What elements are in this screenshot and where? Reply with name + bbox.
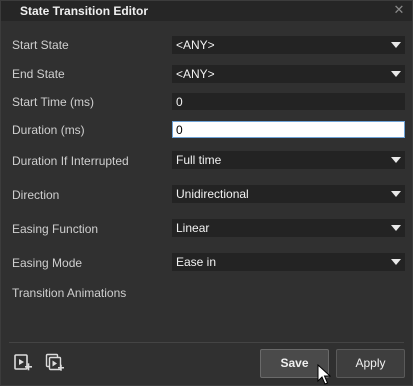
start-time-label: Start Time (ms) bbox=[12, 95, 95, 109]
direction-dropdown[interactable]: Unidirectional bbox=[172, 185, 405, 203]
start-time-value: 0 bbox=[176, 95, 183, 109]
end-state-value: <ANY> bbox=[176, 67, 215, 81]
easing-mode-value: Ease in bbox=[176, 255, 217, 269]
mouse-cursor-icon bbox=[317, 364, 331, 385]
apply-button[interactable]: Apply bbox=[336, 349, 405, 378]
easing-function-label: Easing Function bbox=[12, 222, 99, 236]
direction-value: Unidirectional bbox=[176, 187, 249, 201]
duration-input[interactable]: 0 bbox=[172, 121, 405, 138]
transition-animations-heading: Transition Animations bbox=[12, 286, 127, 300]
easing-function-value: Linear bbox=[176, 221, 210, 235]
duplicate-animation-icon[interactable] bbox=[45, 353, 65, 373]
chevron-down-icon bbox=[391, 42, 401, 48]
title-bar[interactable]: State Transition Editor ✕ bbox=[1, 1, 412, 21]
start-state-value: <ANY> bbox=[176, 38, 215, 52]
duration-if-interrupted-label: Duration If Interrupted bbox=[12, 154, 129, 168]
end-state-label: End State bbox=[12, 67, 65, 81]
chevron-down-icon bbox=[391, 71, 401, 77]
close-icon[interactable]: ✕ bbox=[392, 3, 406, 17]
start-state-dropdown[interactable]: <ANY> bbox=[172, 36, 405, 54]
easing-function-dropdown[interactable]: Linear bbox=[172, 219, 405, 237]
chevron-down-icon bbox=[391, 259, 401, 265]
duration-value: 0 bbox=[176, 123, 183, 137]
chevron-down-icon bbox=[391, 157, 401, 163]
start-state-label: Start State bbox=[12, 38, 69, 52]
duration-if-interrupted-value: Full time bbox=[176, 153, 222, 167]
easing-mode-label: Easing Mode bbox=[12, 256, 83, 270]
end-state-dropdown[interactable]: <ANY> bbox=[172, 65, 405, 83]
chevron-down-icon bbox=[391, 191, 401, 197]
state-transition-editor-window: State Transition Editor ✕ Start State <A… bbox=[0, 0, 413, 386]
duration-label: Duration (ms) bbox=[12, 123, 85, 137]
easing-mode-dropdown[interactable]: Ease in bbox=[172, 253, 405, 271]
window-title: State Transition Editor bbox=[20, 4, 149, 18]
chevron-down-icon bbox=[391, 225, 401, 231]
direction-label: Direction bbox=[12, 188, 60, 202]
duration-if-interrupted-dropdown[interactable]: Full time bbox=[172, 151, 405, 169]
start-time-input[interactable]: 0 bbox=[172, 93, 405, 110]
footer-divider bbox=[9, 342, 404, 343]
add-animation-icon[interactable] bbox=[13, 353, 33, 373]
